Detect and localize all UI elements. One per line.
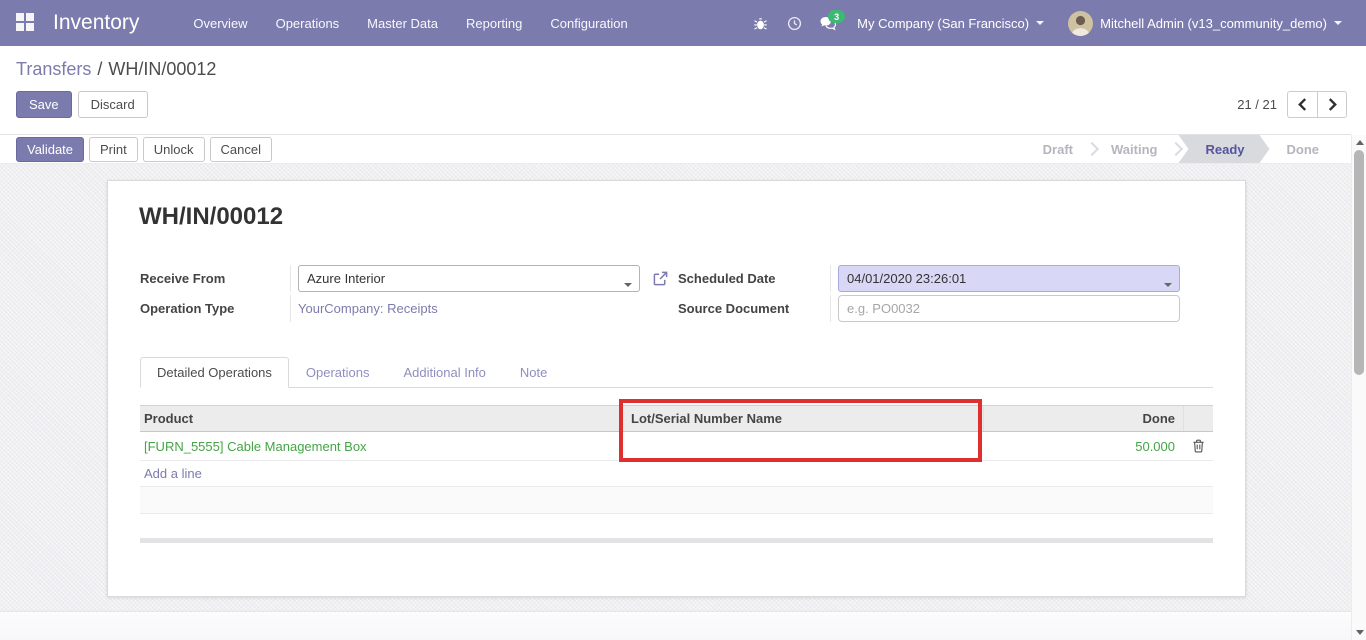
- nav-item-overview[interactable]: Overview: [179, 9, 261, 38]
- print-button[interactable]: Print: [89, 137, 138, 162]
- app-name[interactable]: Inventory: [53, 11, 139, 35]
- cancel-button[interactable]: Cancel: [210, 137, 272, 162]
- product-cell: [FURN_5555] Cable Management Box: [140, 432, 621, 460]
- dropdown-caret-icon[interactable]: [624, 283, 632, 287]
- nav-item-operations[interactable]: Operations: [262, 9, 354, 38]
- screen: Inventory Overview Operations Master Dat…: [0, 0, 1366, 640]
- sheet-divider-bar: [140, 538, 1213, 543]
- tab-note[interactable]: Note: [503, 357, 564, 388]
- add-a-line-link[interactable]: Add a line: [144, 466, 202, 481]
- receive-from-label: Receive From: [140, 265, 291, 292]
- tab-additional-info[interactable]: Additional Info: [387, 357, 503, 388]
- unlock-button[interactable]: Unlock: [143, 137, 205, 162]
- user-menu[interactable]: Mitchell Admin (v13_community_demo): [1058, 0, 1352, 46]
- scheduled-date-input[interactable]: [838, 265, 1180, 292]
- source-document-field: [838, 301, 1180, 316]
- tab-operations[interactable]: Operations: [289, 357, 387, 388]
- user-avatar: [1068, 11, 1093, 36]
- pager-previous-button[interactable]: [1287, 91, 1317, 118]
- status-step-waiting[interactable]: Waiting: [1094, 135, 1174, 163]
- product-link[interactable]: [FURN_5555] Cable Management Box: [144, 439, 367, 454]
- scroll-up-button[interactable]: [1352, 135, 1366, 150]
- column-header-handle: [1183, 406, 1213, 431]
- scroll-down-button[interactable]: [1352, 625, 1366, 640]
- done-qty-cell[interactable]: 50.000: [983, 432, 1183, 460]
- scrollbar-thumb[interactable]: [1354, 150, 1364, 375]
- pager-next-button[interactable]: [1317, 91, 1347, 118]
- vertical-scrollbar[interactable]: [1351, 135, 1366, 640]
- breadcrumb-separator: /: [97, 59, 102, 79]
- save-button[interactable]: Save: [16, 91, 72, 118]
- row-actions-cell: [1183, 432, 1213, 460]
- top-navbar: Inventory Overview Operations Master Dat…: [0, 0, 1366, 46]
- nav-right: 3 My Company (San Francisco) Mitchell Ad…: [745, 0, 1352, 46]
- message-count-badge: 3: [828, 10, 845, 23]
- status-step-ready[interactable]: Ready: [1178, 135, 1269, 163]
- statusbar: Draft Waiting Ready Done: [1026, 135, 1336, 163]
- pager-buttons: [1287, 91, 1347, 118]
- pager-count: 21 / 21: [1237, 97, 1277, 112]
- triangle-down-icon: [1356, 630, 1364, 635]
- caret-down-icon: [1036, 21, 1044, 25]
- form-group-right: Scheduled Date Source Document: [653, 265, 1183, 322]
- pager: 21 / 21: [1237, 91, 1347, 118]
- activities-clock-icon[interactable]: [779, 8, 809, 38]
- chatter-area: [0, 612, 1351, 640]
- company-menu[interactable]: My Company (San Francisco): [847, 0, 1054, 46]
- nav-menu: Overview Operations Master Data Reportin…: [179, 9, 641, 38]
- control-panel: Transfers / WH/IN/00012 Save Discard 21 / …: [0, 46, 1366, 134]
- operation-type-label: Operation Type: [140, 295, 291, 322]
- column-header-lot-serial[interactable]: Lot/Serial Number Name: [621, 406, 983, 431]
- caret-down-icon: [1334, 21, 1342, 25]
- status-step-draft[interactable]: Draft: [1026, 135, 1090, 163]
- form-sheet: WH/IN/00012 Receive From Operation Type …: [107, 180, 1246, 597]
- user-menu-label: Mitchell Admin (v13_community_demo): [1100, 16, 1327, 31]
- content-area: WH/IN/00012 Receive From Operation Type …: [0, 164, 1351, 640]
- table-row: [FURN_5555] Cable Management Box 50.000: [140, 432, 1213, 461]
- discard-button[interactable]: Discard: [78, 91, 148, 118]
- apps-menu-icon[interactable]: [16, 13, 36, 33]
- triangle-up-icon: [1356, 140, 1364, 145]
- receive-from-field: [298, 271, 640, 286]
- scheduled-date-label: Scheduled Date: [678, 265, 831, 292]
- status-step-done[interactable]: Done: [1270, 135, 1337, 163]
- dropdown-caret-icon[interactable]: [1164, 283, 1172, 287]
- record-title: WH/IN/00012: [139, 203, 283, 231]
- company-menu-label: My Company (San Francisco): [857, 16, 1029, 31]
- lot-serial-cell[interactable]: [621, 432, 983, 460]
- form-group-left: Receive From Operation Type YourCompany:…: [140, 265, 672, 322]
- breadcrumb-transfers-link[interactable]: Transfers: [16, 59, 91, 79]
- save-discard-row: Save Discard: [16, 91, 1350, 118]
- source-document-input[interactable]: [838, 295, 1180, 322]
- breadcrumb: Transfers / WH/IN/00012: [16, 59, 1350, 80]
- column-header-product[interactable]: Product: [140, 406, 621, 431]
- operations-table: Product Lot/Serial Number Name Done [FUR…: [140, 405, 1213, 514]
- scheduled-date-field: [838, 271, 1180, 286]
- receive-from-input[interactable]: [298, 265, 640, 292]
- tab-detailed-operations[interactable]: Detailed Operations: [140, 357, 289, 388]
- breadcrumb-current: WH/IN/00012: [108, 59, 216, 79]
- table-header-row: Product Lot/Serial Number Name Done: [140, 405, 1213, 432]
- internal-link-icon[interactable]: [653, 265, 678, 292]
- delete-row-trash-icon[interactable]: [1192, 439, 1205, 453]
- add-line-row: Add a line: [140, 461, 1213, 487]
- operation-type-link[interactable]: YourCompany: Receipts: [298, 301, 438, 316]
- messages-icon[interactable]: 3: [813, 8, 843, 38]
- column-header-done[interactable]: Done: [983, 406, 1183, 431]
- empty-table-row: [140, 487, 1213, 514]
- debug-bug-icon[interactable]: [745, 8, 775, 38]
- source-document-label: Source Document: [678, 295, 831, 322]
- notebook-tabs: Detailed Operations Operations Additiona…: [140, 358, 1213, 388]
- nav-item-master-data[interactable]: Master Data: [353, 9, 452, 38]
- nav-item-configuration[interactable]: Configuration: [536, 9, 641, 38]
- action-bar: Validate Print Unlock Cancel Draft Waiti…: [0, 134, 1351, 164]
- nav-item-reporting[interactable]: Reporting: [452, 9, 536, 38]
- validate-button[interactable]: Validate: [16, 137, 84, 162]
